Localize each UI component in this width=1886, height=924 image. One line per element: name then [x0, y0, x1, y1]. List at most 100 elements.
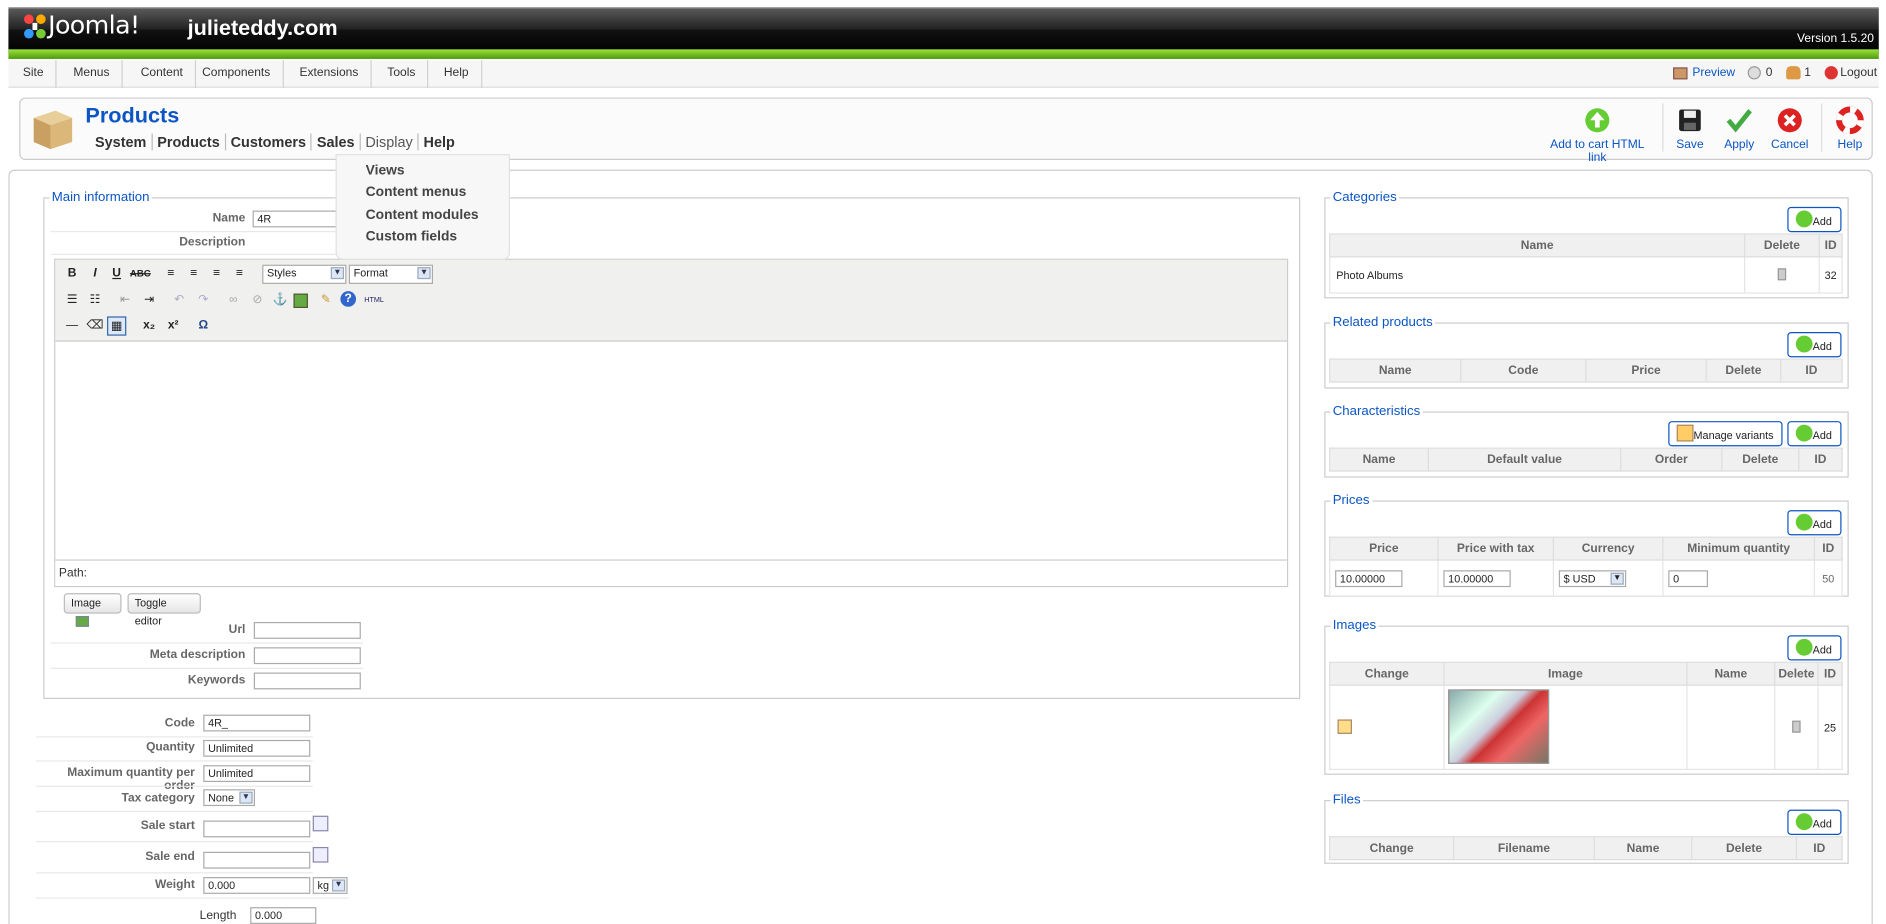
add-to-cart-link-button[interactable]: Add to cart HTML link	[1544, 106, 1650, 165]
numbered-list-icon[interactable]: ☷	[85, 291, 104, 310]
submenu-help[interactable]: Help	[419, 134, 460, 151]
menu-menus[interactable]: Menus	[61, 60, 123, 88]
add-category-label: Add	[1812, 215, 1832, 228]
superscript-icon[interactable]: x²	[164, 316, 183, 335]
price-input[interactable]: 10.00000	[1335, 569, 1403, 587]
logout-icon	[1824, 66, 1838, 80]
cleanup-icon[interactable]: ✎	[316, 291, 335, 310]
weight-unit-select[interactable]: kg ▼	[312, 877, 348, 894]
menu-help[interactable]: Help	[432, 60, 482, 88]
dropdown-item-views[interactable]: Views	[366, 164, 509, 186]
save-button[interactable]: Save	[1673, 106, 1707, 152]
length-input[interactable]: 0.000	[250, 907, 317, 924]
link-icon[interactable]: ∞	[224, 291, 243, 310]
add-file-label: Add	[1812, 818, 1832, 831]
trash-icon[interactable]	[1777, 267, 1787, 280]
align-center-icon[interactable]: ≡	[184, 265, 203, 284]
menu-content[interactable]: Content	[129, 60, 197, 88]
strikethrough-icon[interactable]: ABC	[130, 265, 151, 284]
tax-category-select[interactable]: None ▼	[203, 789, 255, 807]
add-file-button[interactable]: Add	[1787, 809, 1842, 835]
arrow-up-icon	[1585, 108, 1610, 133]
keywords-input[interactable]	[253, 672, 361, 690]
italic-icon[interactable]: I	[85, 265, 104, 284]
format-select[interactable]: Format ▼	[348, 264, 434, 284]
price-with-tax-input[interactable]: 10.00000	[1443, 569, 1511, 587]
url-input[interactable]	[253, 622, 361, 639]
currency-select[interactable]: $ USD ▼	[1558, 569, 1627, 587]
row-divider	[50, 230, 340, 233]
preview-icon	[1673, 67, 1688, 80]
submenu-products[interactable]: Products	[152, 133, 226, 151]
sale-start-calendar-icon[interactable]	[312, 815, 329, 832]
logout-link[interactable]: Logout	[1840, 60, 1877, 88]
submenu-display[interactable]: Display	[360, 133, 419, 151]
special-character-icon[interactable]: Ω	[194, 316, 213, 335]
toggle-editor-button[interactable]: Toggle editor	[127, 593, 201, 627]
code-input[interactable]: 4R_	[203, 714, 311, 732]
align-justify-icon[interactable]: ≡	[230, 265, 249, 284]
html-source-icon[interactable]: HTML	[362, 291, 386, 310]
name-input[interactable]: 4R	[252, 210, 337, 228]
align-right-icon[interactable]: ≡	[207, 265, 226, 284]
horizontal-rule-icon[interactable]: —	[63, 316, 82, 335]
table-icon[interactable]: ▦	[107, 316, 127, 336]
chevron-down-icon: ▼	[330, 267, 345, 280]
prices-table: Price Price with tax Currency Minimum qu…	[1329, 536, 1843, 597]
submenu-customers[interactable]: Customers	[225, 133, 313, 151]
submenu-system[interactable]: System	[90, 133, 153, 151]
anchor-icon[interactable]: ⚓	[271, 291, 290, 310]
add-image-button[interactable]: Add	[1787, 635, 1842, 661]
dropdown-item-content-menus[interactable]: Content menus	[366, 186, 509, 208]
outdent-icon[interactable]: ⇤	[115, 291, 134, 310]
undo-icon[interactable]: ↶	[170, 291, 189, 310]
column-header-code: Code	[1460, 358, 1587, 383]
subscript-icon[interactable]: x₂	[140, 316, 159, 335]
weight-input[interactable]: 0.000	[203, 877, 311, 894]
chevron-down-icon: ▼	[239, 791, 253, 804]
category-name-link[interactable]: Photo Albums	[1329, 256, 1746, 294]
product-image-thumbnail[interactable]	[1448, 688, 1550, 764]
apply-button[interactable]: Apply	[1722, 106, 1756, 152]
menu-components[interactable]: Components	[190, 60, 284, 88]
add-price-button[interactable]: Add	[1787, 510, 1842, 536]
add-characteristic-button[interactable]: Add	[1787, 421, 1842, 447]
indent-icon[interactable]: ⇥	[140, 291, 159, 310]
help-icon[interactable]: ?	[340, 291, 357, 307]
preview-link[interactable]: Preview	[1692, 60, 1735, 88]
menu-tools[interactable]: Tools	[375, 60, 429, 88]
manage-variants-button[interactable]: Manage variants	[1668, 421, 1783, 447]
edit-image-icon[interactable]	[1337, 718, 1352, 734]
image-insert-icon[interactable]	[293, 293, 308, 308]
redo-icon[interactable]: ↷	[194, 291, 213, 310]
max-quantity-input[interactable]: Unlimited	[203, 765, 311, 783]
unlink-icon[interactable]: ⊘	[248, 291, 267, 310]
dropdown-item-custom-fields[interactable]: Custom fields	[366, 230, 509, 252]
checkmark-icon	[1726, 109, 1752, 133]
align-left-icon[interactable]: ≡	[161, 265, 180, 284]
minimum-quantity-input[interactable]: 0	[1668, 569, 1708, 587]
column-header-id: ID	[1798, 447, 1843, 472]
quantity-input[interactable]: Unlimited	[203, 739, 311, 757]
trash-icon[interactable]	[1792, 720, 1801, 733]
dropdown-item-content-modules[interactable]: Content modules	[366, 208, 509, 230]
sale-end-input[interactable]	[203, 851, 311, 869]
styles-select[interactable]: Styles ▼	[262, 264, 347, 284]
column-header-price: Price	[1585, 358, 1707, 383]
eraser-icon[interactable]: ⌫	[85, 316, 104, 335]
add-related-product-button[interactable]: Add	[1787, 332, 1842, 358]
cancel-button[interactable]: Cancel	[1771, 106, 1809, 152]
menu-extensions[interactable]: Extensions	[287, 60, 372, 88]
image-button[interactable]: Image	[63, 593, 122, 627]
underline-icon[interactable]: U	[107, 265, 126, 284]
sale-end-calendar-icon[interactable]	[312, 846, 329, 863]
sale-start-input[interactable]	[203, 820, 311, 838]
help-button[interactable]: Help	[1833, 106, 1867, 152]
add-category-button[interactable]: Add	[1787, 206, 1842, 233]
menu-site[interactable]: Site	[11, 60, 57, 88]
joomla-logo-text: Joomla!	[48, 10, 140, 40]
meta-description-input[interactable]	[253, 647, 361, 665]
submenu-sales[interactable]: Sales	[312, 133, 361, 151]
bullet-list-icon[interactable]: ☰	[63, 291, 82, 310]
bold-icon[interactable]: B	[63, 265, 82, 284]
